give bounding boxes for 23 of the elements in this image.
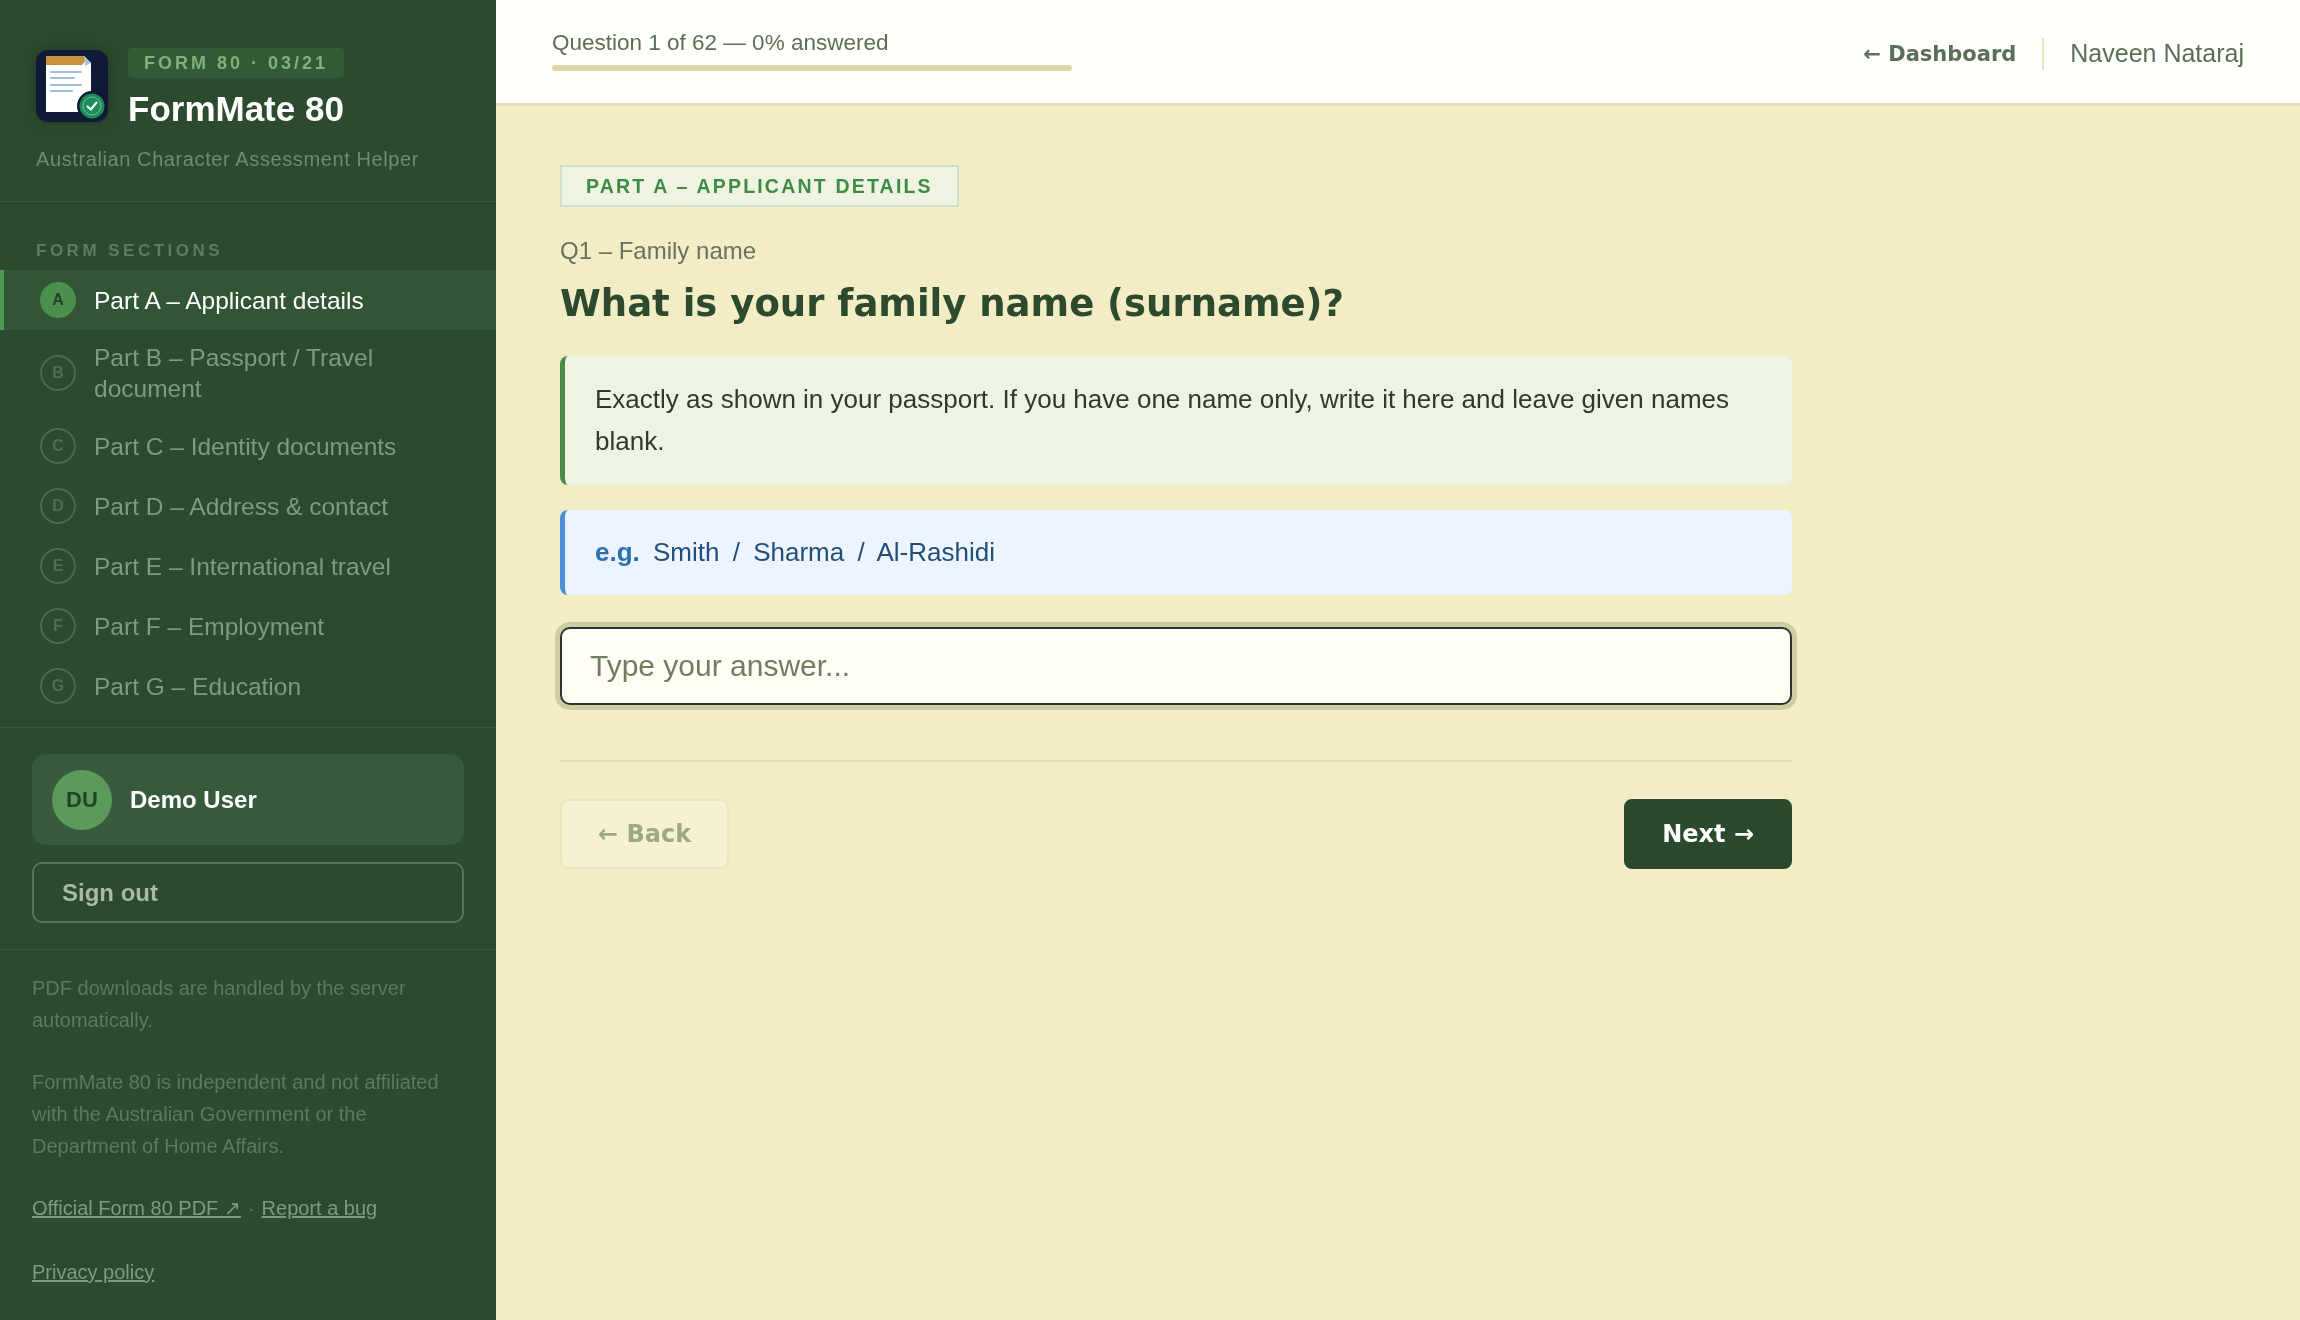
account-name: Naveen Nataraj: [2070, 39, 2244, 68]
form-version-tag: FORM 80 · 03/21: [128, 48, 345, 78]
app-subtitle: Australian Character Assessment Helper: [36, 147, 419, 171]
app-title: FormMate 80: [128, 88, 344, 130]
hint-text: Exactly as shown in your passport. If you have one name only, write it here and leave given names blank.: [595, 384, 1730, 456]
question-label: Q1 – Family name: [560, 237, 757, 265]
link-separator: ·: [247, 1196, 255, 1220]
section-letter: A: [40, 282, 76, 318]
footer-link[interactable]: Official Form 80 PDF ↗: [32, 1192, 241, 1224]
user-name: Demo User: [130, 785, 257, 814]
footer-link[interactable]: Report a bug: [261, 1192, 378, 1224]
next-button[interactable]: Next →: [1624, 799, 1792, 869]
footer-link[interactable]: Privacy policy: [32, 1256, 155, 1288]
answer-field[interactable]: Type your answer...: [560, 627, 1792, 705]
dashboard-link[interactable]: ← Dashboard: [1863, 41, 2017, 66]
example-text: e.g. Smith / Sharma / Al-Rashidi: [595, 537, 995, 568]
progress-text: Question 1 of 62 — 0% answered: [552, 30, 890, 56]
document-check-icon: [36, 50, 108, 122]
question-title: What is your family name (surname)?: [560, 281, 1344, 327]
section-nav-item[interactable]: A Part A – Applicant details: [0, 270, 496, 330]
section-tag: PART A – APPLICANT DETAILS: [560, 165, 959, 207]
user-avatar: DU: [52, 769, 112, 830]
sign-out-button[interactable]: Sign out: [32, 862, 464, 923]
